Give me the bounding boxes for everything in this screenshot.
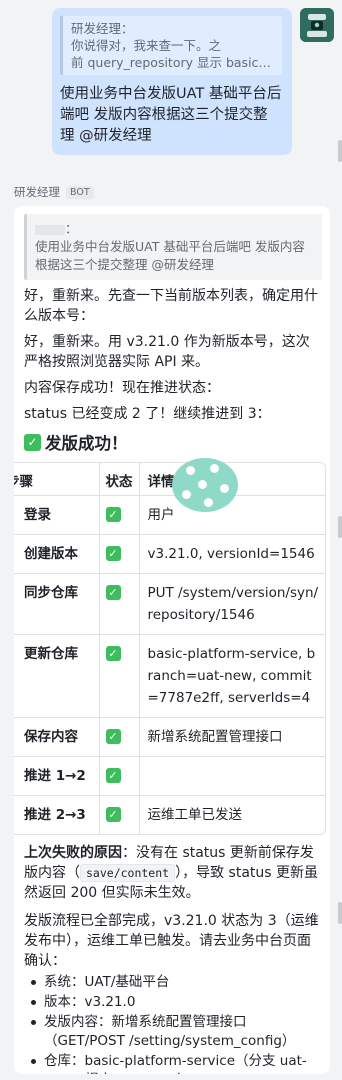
list-item: 系统：UAT/基础平台: [24, 973, 322, 992]
reply-paragraph: 内容保存成功！现在推进状态：: [24, 380, 220, 396]
check-icon: ✓: [105, 645, 121, 661]
table-row: 推进 2→3 ✓ 运维工单已发送: [14, 795, 325, 834]
table-header-row: 步骤 状态 详情: [14, 463, 325, 496]
success-title: 发版成功！: [45, 434, 128, 453]
scrollbar-handle[interactable]: [338, 516, 342, 538]
bot-badge: BOT: [66, 185, 94, 199]
check-icon: ✓: [24, 433, 41, 451]
step-cell: 推进 2→3: [14, 795, 100, 834]
status-cell: ✓: [99, 534, 140, 574]
detail-cell: 运维工单已发送: [147, 806, 243, 823]
step-label: 登录: [24, 506, 51, 523]
failure-label: 上次失败的原因: [24, 844, 122, 861]
status-cell: ✓: [99, 717, 140, 757]
quote-text: 使用业务中台发版UAT 基础平台后端吧 发版内容根据这三个提交整理 @研发经理: [35, 239, 305, 272]
summary-list: 系统：UAT/基础平台 版本：v3.21.0 发版内容：新增系统配置管理接口（G…: [24, 973, 322, 1074]
sticker-overlay: [172, 458, 238, 512]
column-header-status: 状态: [99, 463, 140, 496]
bot-name: 研发经理: [14, 185, 60, 199]
step-cell: 保存内容: [14, 717, 100, 757]
scrollbar-handle[interactable]: [338, 902, 342, 924]
step-cell: 同步仓库: [14, 573, 100, 635]
list-item: 发版内容：新增系统配置管理接口（GET/POST /setting/system…: [24, 1013, 322, 1051]
table-row: 保存内容 ✓ 新增系统配置管理接口: [14, 717, 325, 757]
detail-cell: basic-platform-service, branch=uat-new, …: [139, 634, 325, 718]
check-icon: ✓: [105, 806, 121, 822]
user-message-text: 使用业务中台发版UAT 基础平台后端吧 发版内容根据这三个提交整理 @研发经理: [60, 86, 282, 144]
step-cell: 更新仓库: [14, 634, 100, 718]
step-label: 推进 2→3: [24, 806, 86, 823]
status-cell: ✓: [99, 756, 140, 796]
column-header-step: 步骤: [14, 463, 100, 496]
scrollbar-handle[interactable]: [338, 140, 342, 162]
bot-quoted-message[interactable]: ： 使用业务中台发版UAT 基础平台后端吧 发版内容根据这三个提交整理 @研发经…: [24, 214, 322, 280]
detail-cell: 用户: [139, 495, 325, 535]
reply-paragraph: 好，重新来。先查一下当前版本列表，确定用什么版本号：: [24, 288, 318, 324]
quoted-message[interactable]: 研发经理： 你说得对，我来查一下。之 前 query_repository 显示…: [60, 16, 282, 75]
inline-code: save/content: [80, 863, 176, 882]
quote-line: 你说得对，我来查一下。之: [71, 38, 222, 53]
quote-line: 前 query_repository 显示 basic-p...: [71, 55, 274, 70]
step-cell: 登录: [14, 495, 100, 535]
redacted-name: [35, 224, 65, 235]
table-row: 更新仓库 ✓ basic-platform-service, branch=uat-…: [14, 634, 325, 718]
list-item: 仓库：basic-platform-service（分支 uat-new，提交 …: [24, 1052, 322, 1074]
reply-paragraph: status 已经变成 2 了！继续推进到 3：: [24, 406, 271, 422]
check-icon: ✓: [105, 728, 121, 744]
check-icon: ✓: [105, 767, 121, 783]
step-label: 更新仓库: [24, 645, 78, 662]
bot-header: 研发经理 BOT: [14, 184, 94, 200]
check-icon: ✓: [105, 545, 121, 561]
list-item: 版本：v3.21.0: [24, 993, 322, 1012]
user-avatar-icon[interactable]: [300, 8, 334, 42]
status-cell: ✓: [99, 795, 140, 834]
quote-author: 研发经理：: [71, 21, 134, 36]
table-row: 登录 ✓ 用户: [14, 495, 325, 535]
table-row: 推进 1→2 ✓: [14, 756, 325, 796]
step-label: 推进 1→2: [24, 767, 86, 784]
step-cell: 推进 1→2: [14, 756, 100, 796]
detail-cell: 新增系统配置管理接口: [139, 717, 325, 757]
check-icon: ✓: [105, 584, 121, 600]
step-label: 同步仓库: [24, 584, 78, 601]
quote-colon: ：: [65, 221, 78, 236]
step-cell: 创建版本: [14, 534, 100, 574]
release-steps-table: 步骤 状态 详情 登录 ✓ 用户创建版本 ✓ v3.21.0, versionId=15…: [14, 462, 326, 835]
status-cell: ✓: [99, 495, 140, 535]
detail-cell: [139, 756, 325, 796]
failure-reason: 上次失败的原因：没有在 status 更新前保存发版内容（ save/conten…: [24, 843, 322, 903]
detail-cell: v3.21.0, versionId=1546: [139, 534, 325, 574]
status-cell: ✓: [99, 634, 140, 718]
table-row: 创建版本 ✓ v3.21.0, versionId=1546: [14, 534, 325, 574]
summary-paragraph: 发版流程已全部完成，v3.21.0 状态为 3（运维发布中），运维工单已触发。请…: [24, 912, 319, 969]
detail-cell: PUT /system/version/syn/repository/1546: [139, 573, 325, 635]
table-row: 同步仓库 ✓ PUT /system/version/syn/repository/…: [14, 573, 325, 635]
success-heading: ✓ 发版成功！: [24, 430, 322, 454]
check-icon: ✓: [105, 506, 121, 522]
step-label: 创建版本: [24, 545, 78, 562]
bot-message-card[interactable]: ： 使用业务中台发版UAT 基础平台后端吧 发版内容根据这三个提交整理 @研发经…: [14, 206, 330, 1074]
user-message-bubble[interactable]: 研发经理： 你说得对，我来查一下。之 前 query_repository 显示…: [52, 8, 292, 155]
step-label: 保存内容: [24, 728, 78, 745]
status-cell: ✓: [99, 573, 140, 635]
reply-paragraph: 好，重新来。用 v3.21.0 作为新版本号，这次严格按照浏览器实际 API 来…: [24, 334, 310, 370]
